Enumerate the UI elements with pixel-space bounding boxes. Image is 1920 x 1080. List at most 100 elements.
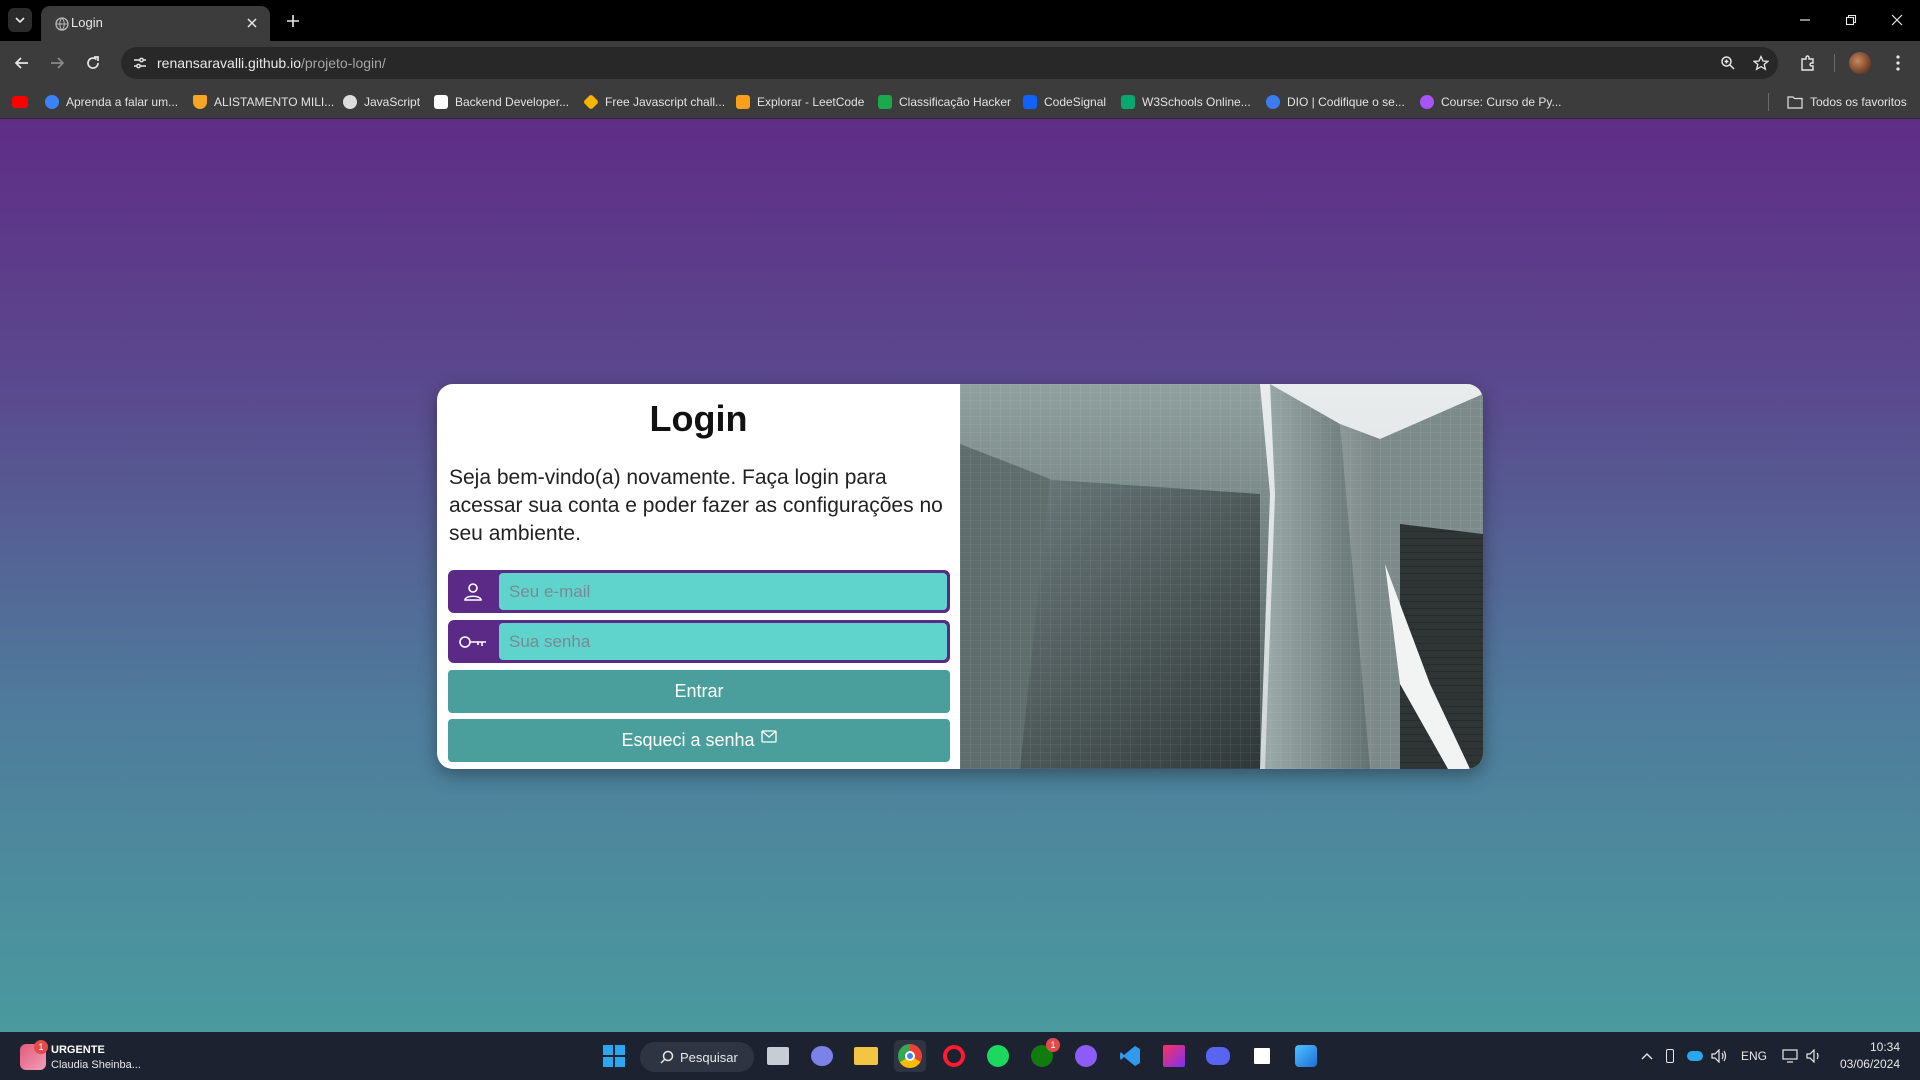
profile-avatar[interactable] — [1849, 52, 1871, 74]
news-widget[interactable]: 1 URGENTE Claudia Sheinba... — [20, 1040, 170, 1074]
file-explorer-button[interactable] — [850, 1040, 882, 1072]
bookmark-leetcode[interactable]: Explorar - LeetCode — [736, 93, 864, 111]
clock-time[interactable]: 10:34 — [1840, 1040, 1900, 1054]
browser-menu-button[interactable] — [1885, 50, 1911, 76]
windows-taskbar: 1 URGENTE Claudia Sheinba... Pesquisar 1 — [0, 1032, 1920, 1080]
back-button[interactable] — [9, 50, 35, 76]
onedrive-tray-icon[interactable] — [1685, 1046, 1705, 1066]
forgot-password-label: Esqueci a senha — [621, 730, 755, 750]
globe-icon — [55, 17, 69, 31]
bookmark-dio[interactable]: DIO | Codifique o se... — [1266, 93, 1405, 111]
submit-button[interactable]: Entrar — [448, 670, 950, 713]
chevron-down-icon — [15, 17, 25, 24]
browser-toolbar: renansaravalli.github.io/projeto-login/ — [0, 41, 1920, 84]
address-bar[interactable]: renansaravalli.github.io/projeto-login/ — [121, 47, 1778, 79]
reload-icon — [87, 56, 99, 69]
teams-chat-button[interactable] — [806, 1040, 838, 1072]
mail-icon — [760, 730, 777, 743]
forward-button[interactable] — [44, 50, 70, 76]
bookmark-label: Course: Curso de Py... — [1441, 95, 1562, 109]
sound-tray-icon[interactable] — [1804, 1046, 1824, 1066]
bookmark-star-button[interactable] — [1751, 53, 1771, 73]
notion-button[interactable] — [1246, 1040, 1278, 1072]
bookmark-label: Aprenda a falar um... — [66, 95, 179, 109]
clock-date[interactable]: 03/06/2024 — [1830, 1057, 1900, 1071]
restore-icon — [1845, 14, 1857, 26]
bookmarks-bar: Aprenda a falar um... ALISTAMENTO MILI..… — [0, 84, 1920, 119]
start-button[interactable] — [598, 1040, 630, 1072]
onedrive-icon — [1687, 1051, 1703, 1061]
minimize-button[interactable] — [1793, 8, 1817, 32]
w3schools-icon — [1121, 95, 1135, 109]
bookmark-hackerrank[interactable]: Classificação Hacker — [878, 93, 1011, 111]
discord-button[interactable] — [1202, 1040, 1234, 1072]
spotify-icon — [987, 1045, 1009, 1067]
paint-icon — [1295, 1045, 1317, 1067]
chrome-taskbar-button[interactable] — [894, 1040, 926, 1072]
new-tab-button[interactable] — [281, 9, 305, 33]
url-host: renansaravalli.github.io — [157, 55, 301, 71]
all-bookmarks-folder[interactable]: Todos os favoritos — [1787, 93, 1907, 111]
github-button[interactable] — [1070, 1040, 1102, 1072]
opera-button[interactable] — [938, 1040, 970, 1072]
page-background: Login Seja bem-vindo(a) novamente. Faça … — [0, 119, 1920, 1032]
reload-button[interactable] — [80, 50, 106, 76]
intellij-button[interactable] — [1158, 1040, 1190, 1072]
plus-icon — [287, 15, 299, 27]
taskbar-search[interactable]: Pesquisar — [640, 1042, 754, 1072]
course-icon — [1420, 95, 1434, 109]
all-bookmarks-label: Todos os favoritos — [1810, 95, 1907, 109]
volume-tray-icon[interactable] — [1709, 1046, 1729, 1066]
bookmark-label: W3Schools Online... — [1142, 95, 1251, 109]
forgot-password-button[interactable]: Esqueci a senha — [448, 719, 950, 762]
bookmark-alistamento[interactable]: ALISTAMENTO MILI... — [193, 93, 334, 111]
vscode-button[interactable] — [1114, 1040, 1146, 1072]
task-view-button[interactable] — [762, 1040, 794, 1072]
bookmark-backend[interactable]: Backend Developer... — [434, 93, 569, 111]
tab-title: Login — [71, 15, 103, 30]
restore-button[interactable] — [1839, 8, 1863, 32]
password-input[interactable] — [499, 623, 947, 660]
usb-tray-icon[interactable] — [1660, 1046, 1680, 1066]
search-label: Pesquisar — [680, 1049, 738, 1065]
bookmark-youtube[interactable] — [12, 93, 28, 111]
bookmark-codesignal[interactable]: CodeSignal — [1023, 93, 1106, 111]
bookmark-course[interactable]: Course: Curso de Py... — [1420, 93, 1562, 111]
zoom-icon — [1721, 56, 1735, 70]
bookmark-aprenda[interactable]: Aprenda a falar um... — [45, 93, 178, 111]
key-icon — [448, 620, 498, 663]
tab-search-button[interactable] — [8, 8, 32, 32]
close-tab-button[interactable] — [242, 13, 262, 33]
show-hidden-icons-button[interactable] — [1637, 1046, 1657, 1066]
xbox-button[interactable]: 1 — [1026, 1038, 1060, 1072]
email-field-group — [448, 570, 950, 613]
network-tray-icon[interactable] — [1780, 1046, 1800, 1066]
submit-label: Entrar — [674, 681, 724, 701]
bookmark-javascript[interactable]: JavaScript — [343, 93, 420, 111]
paint-button[interactable] — [1290, 1040, 1322, 1072]
leetcode-icon — [736, 95, 750, 109]
zoom-button[interactable] — [1718, 53, 1738, 73]
login-card: Login Seja bem-vindo(a) novamente. Faça … — [437, 384, 1483, 769]
extensions-button[interactable] — [1795, 50, 1821, 76]
hackerrank-icon — [878, 95, 892, 109]
login-title: Login — [649, 398, 748, 439]
bookmark-w3schools[interactable]: W3Schools Online... — [1121, 93, 1251, 111]
bookmark-free-javascript[interactable]: Free Javascript chall... — [583, 93, 725, 111]
bookmark-label: Backend Developer... — [455, 95, 570, 109]
chrome-icon — [898, 1044, 922, 1068]
youtube-icon — [12, 96, 28, 108]
tab-login[interactable]: Login — [41, 6, 270, 41]
toolbar-divider — [1834, 54, 1835, 72]
person-icon — [45, 95, 59, 109]
news-subtitle: Claudia Sheinba... — [51, 1059, 141, 1071]
language-indicator[interactable]: ENG — [1741, 1049, 1767, 1063]
close-window-button[interactable] — [1885, 8, 1909, 32]
more-vertical-icon — [1896, 55, 1900, 71]
email-input[interactable] — [499, 573, 947, 610]
spotify-button[interactable] — [982, 1040, 1014, 1072]
notion-icon — [1252, 1046, 1272, 1066]
monitor-network-icon — [1782, 1049, 1798, 1063]
diamond-icon — [583, 94, 599, 110]
bookmark-label: DIO | Codifique o se... — [1287, 95, 1405, 109]
